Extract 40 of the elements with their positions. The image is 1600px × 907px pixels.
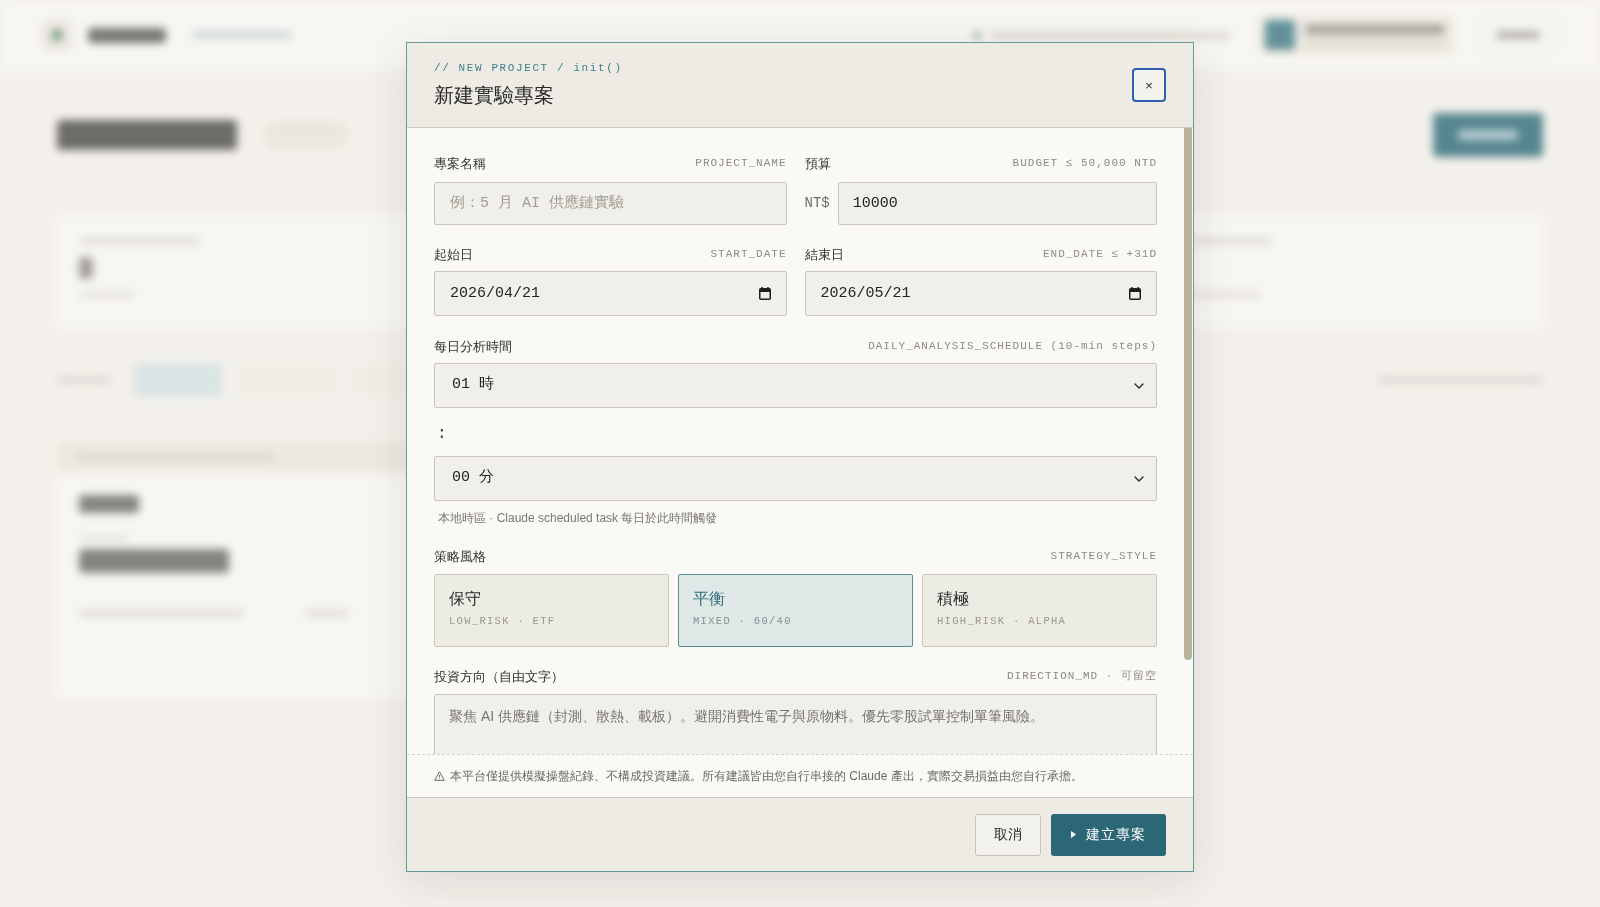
- hint-text: 本地時區 · Claude scheduled task 每日於此時間觸發: [437, 510, 718, 526]
- field-key-label: END_DATE ≤ +31D: [1042, 247, 1157, 262]
- strategy-option[interactable]: 平衡 MIXED · 60/40: [678, 574, 913, 647]
- time-separator: :: [436, 424, 447, 444]
- scrollbar-thumb[interactable]: [1184, 128, 1192, 660]
- field-label: 投資方向（自由文字）: [434, 668, 564, 685]
- field-label: 預算: [804, 155, 831, 172]
- close-button[interactable]: ×: [1132, 68, 1166, 102]
- field-key-label: BUDGET ≤ 50,000 NTD: [1012, 156, 1157, 171]
- dialog-title: 新建實驗專案: [434, 83, 554, 108]
- field-label: 起始日: [434, 246, 473, 263]
- field-label: 專案名稱: [434, 155, 486, 172]
- calendar-icon[interactable]: [1129, 287, 1141, 300]
- text-input[interactable]: 例：5 月 AI 供應鏈實驗: [434, 182, 787, 225]
- warning-icon: [434, 771, 445, 781]
- select-field[interactable]: 01 時: [434, 363, 1157, 408]
- field-key-label: PROJECT_NAME: [695, 156, 787, 171]
- dialog-kicker: // NEW PROJECT / init(): [434, 61, 623, 75]
- strategy-option[interactable]: 保守 LOW_RISK · ETF: [434, 574, 669, 647]
- chevron-down-icon: [1134, 476, 1144, 482]
- field-label: 結束日: [804, 246, 844, 263]
- field-key-label: START_DATE: [710, 247, 787, 262]
- textarea-field[interactable]: 聚焦 AI 供應鏈（封測、散熱、載板）。避開消費性電子與原物料。優先零股試單控制單筆風險。: [434, 694, 1157, 754]
- field-label: 策略風格: [434, 548, 486, 565]
- cancel-button[interactable]: 取消: [975, 813, 1041, 856]
- number-input[interactable]: 10000: [837, 182, 1157, 225]
- field-key-label: DIRECTION_MD · 可留空: [1006, 669, 1157, 684]
- currency-prefix: NT$: [804, 194, 830, 213]
- triangle-icon: [1071, 831, 1076, 838]
- field-label: 每日分析時間: [434, 338, 512, 355]
- field-key-label: STRATEGY_STYLE: [1050, 549, 1157, 564]
- strategy-option[interactable]: 積極 HIGH_RISK · ALPHA: [922, 574, 1157, 647]
- date-field[interactable]: 2026/05/21: [804, 271, 1157, 316]
- select-field[interactable]: 00 分: [434, 456, 1157, 501]
- chevron-down-icon: [1134, 383, 1144, 389]
- calendar-icon[interactable]: [758, 287, 771, 300]
- field-key-label: DAILY_ANALYSIS_SCHEDULE (10-min steps): [868, 339, 1157, 354]
- create-project-button[interactable]: 建立專案: [1051, 813, 1166, 856]
- date-field[interactable]: 2026/04/21: [434, 271, 787, 316]
- disclaimer-text: 本平台僅提供模擬操盤紀錄、不構成投資建議。所有建議皆由您自行串接的 Claude 產出，實際交易損益由您自行承擔。: [450, 768, 1083, 784]
